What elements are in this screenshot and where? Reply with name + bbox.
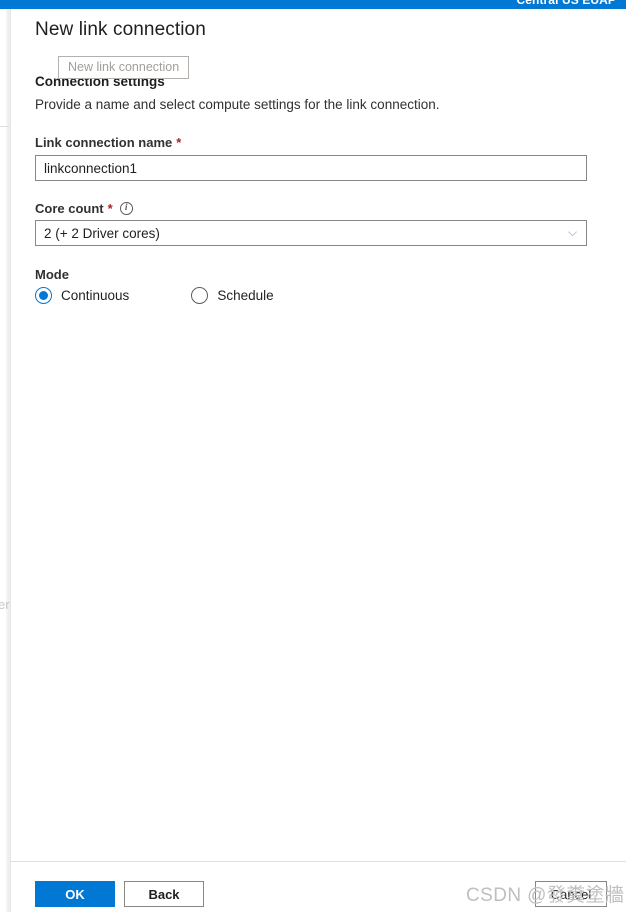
radio-circle-icon xyxy=(191,287,209,304)
background-divider xyxy=(0,126,9,127)
mode-label: Mode xyxy=(35,267,69,282)
new-link-connection-blade: New link connection New link connection … xyxy=(10,9,626,912)
link-connection-name-label: Link connection name * xyxy=(35,135,181,150)
azure-top-command-bar: Central US EUAP xyxy=(0,0,626,9)
page-title: New link connection xyxy=(35,19,206,40)
tooltip-new-link-connection: New link connection xyxy=(58,56,190,79)
radio-circle-icon xyxy=(35,287,52,304)
core-count-selected-value: 2 (+ 2 Driver cores) xyxy=(44,225,160,241)
blade-footer: OK Back Cancel xyxy=(11,861,626,912)
mode-label-text: Mode xyxy=(35,267,69,282)
radio-label-continuous: Continuous xyxy=(61,288,130,303)
chevron-down-icon xyxy=(567,228,578,239)
required-asterisk: * xyxy=(176,135,182,150)
azure-region-label: Central US EUAP xyxy=(516,0,616,7)
radio-option-schedule[interactable]: Schedule xyxy=(191,287,274,304)
link-connection-name-label-text: Link connection name xyxy=(35,135,173,150)
background-clipped-text: er xyxy=(0,597,10,612)
info-icon[interactable]: i xyxy=(119,202,133,215)
core-count-label: Core count * i xyxy=(35,201,133,216)
radio-option-continuous[interactable]: Continuous xyxy=(35,287,129,304)
core-count-dropdown[interactable]: 2 (+ 2 Driver cores) xyxy=(35,220,587,246)
back-button[interactable]: Back xyxy=(124,881,204,907)
radio-label-schedule: Schedule xyxy=(217,288,274,303)
radio-dot-icon xyxy=(39,291,48,300)
ok-button[interactable]: OK xyxy=(35,881,115,907)
required-asterisk: * xyxy=(107,201,113,216)
core-count-label-text: Core count xyxy=(35,201,104,216)
mode-radio-group: Continuous Schedule xyxy=(35,287,274,304)
section-description: Provide a name and select compute settin… xyxy=(35,97,440,112)
link-connection-name-input[interactable] xyxy=(35,155,587,181)
cancel-button[interactable]: Cancel xyxy=(535,881,607,907)
screen-root: er Central US EUAP New link connection N… xyxy=(0,0,626,912)
